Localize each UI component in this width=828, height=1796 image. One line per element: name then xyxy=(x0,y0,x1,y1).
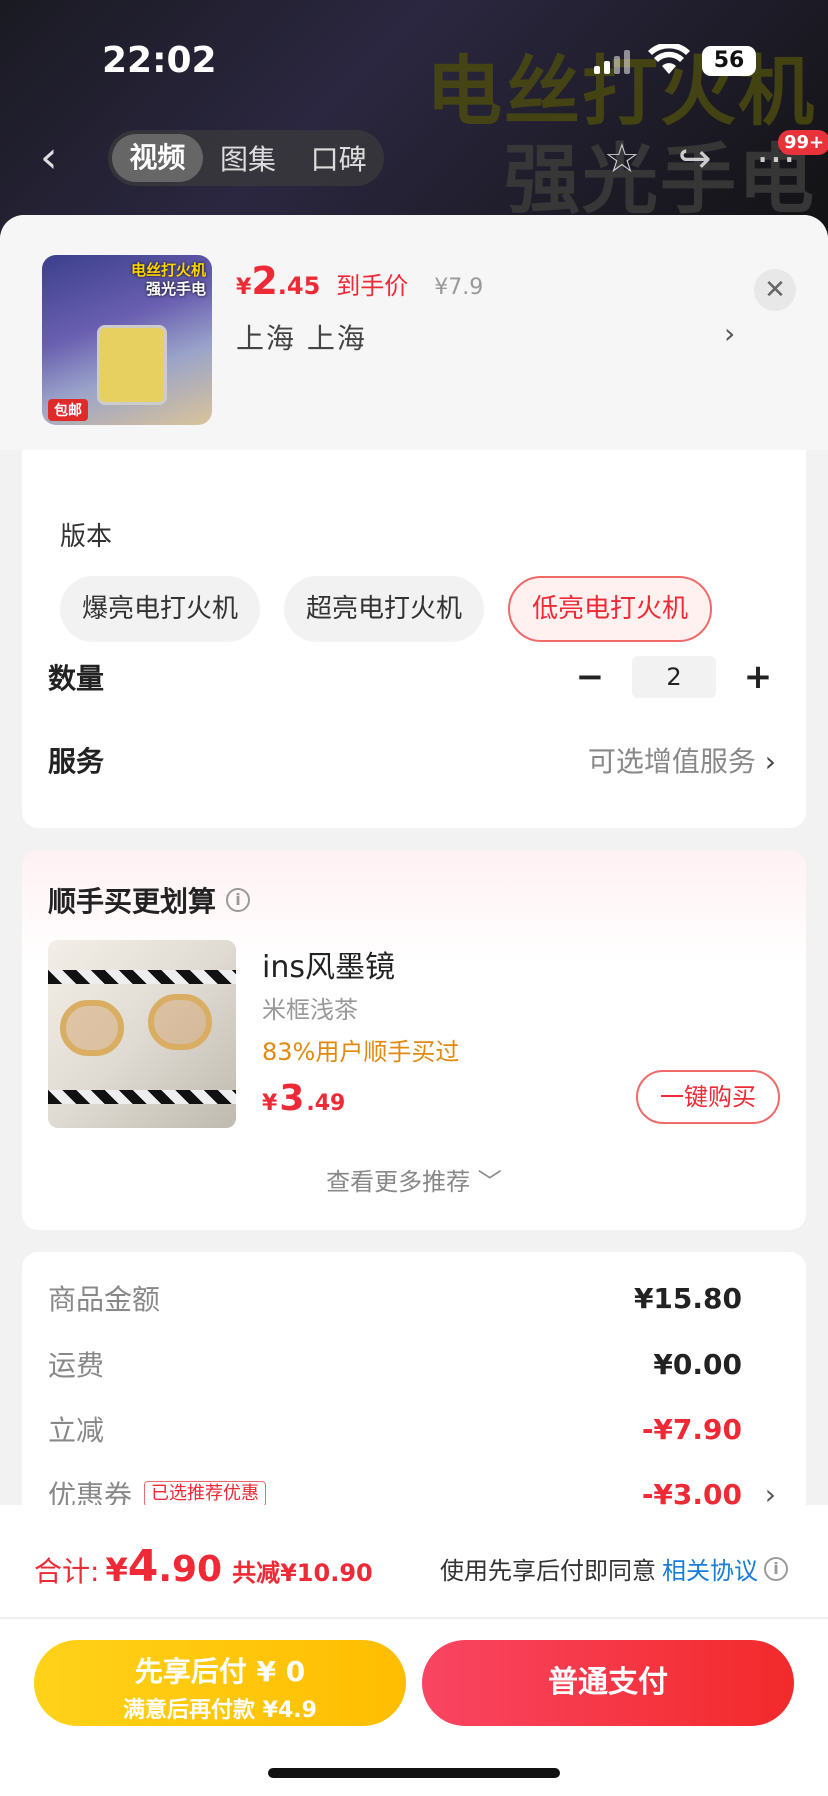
agreement-link[interactable]: 相关协议 xyxy=(662,1551,758,1586)
wifi-icon xyxy=(648,44,690,74)
total-integer: 4 xyxy=(127,1541,159,1592)
checkout-bar: 合计: ¥ 4 .90 共减¥10.90 使用先享后付即同意 相关协议 i 先享后… xyxy=(0,1505,828,1796)
summary-row: 商品金额 ¥15.80 xyxy=(48,1278,776,1318)
version-options: 爆亮电打火机 超亮电打火机 低亮电打火机 xyxy=(60,576,713,642)
shipping-location[interactable]: 上海 上海 xyxy=(236,317,367,357)
total-currency: ¥ xyxy=(105,1551,128,1589)
info-icon[interactable]: i xyxy=(226,888,251,912)
recommend-item-name[interactable]: ins风墨镜 xyxy=(262,942,395,986)
recommend-price-currency: ¥ xyxy=(262,1091,278,1116)
tab-video[interactable]: 视频 xyxy=(112,134,203,182)
star-icon[interactable]: ☆ xyxy=(604,136,640,182)
home-indicator[interactable] xyxy=(268,1768,560,1778)
version-option-selected[interactable]: 低亮电打火机 xyxy=(508,576,713,642)
version-label: 版本 xyxy=(60,522,113,552)
plus-icon[interactable]: + xyxy=(740,657,776,697)
quantity-stepper: − 2 + xyxy=(572,656,776,698)
recommend-title-text: 顺手买更划算 xyxy=(48,885,217,918)
status-time: 22:02 xyxy=(102,40,217,81)
back-arrow-icon[interactable]: ‹ xyxy=(40,136,58,180)
pay-now-button[interactable]: 普通支付 xyxy=(422,1640,794,1726)
quantity-label: 数量 xyxy=(48,662,105,695)
version-option[interactable]: 爆亮电打火机 xyxy=(60,576,261,642)
summary-label: 立减 xyxy=(48,1414,105,1447)
summary-value: ¥15.80 xyxy=(633,1281,742,1315)
lighter-image xyxy=(97,325,167,405)
quantity-row: 数量 − 2 + xyxy=(48,656,776,698)
battery-icon: 56 xyxy=(702,46,756,76)
quantity-value[interactable]: 2 xyxy=(632,656,716,698)
thumb-text-1: 电丝打火机 xyxy=(130,261,206,279)
purchase-sheet: 电丝打火机 强光手电 包邮 ¥ 2 .45 到手价 ¥7.9 上海 上海 › ✕… xyxy=(0,215,828,1796)
pay-later-title: 先享后付 ¥ 0 xyxy=(134,1655,306,1688)
pay-later-subtitle: 满意后再付款 ¥4.9 xyxy=(123,1698,317,1723)
recommend-card: 顺手买更划算 i ins风墨镜 米框浅茶 83%用户顺手买过 ¥ 3 .49 一… xyxy=(22,850,806,1230)
recommend-title: 顺手买更划算 i xyxy=(48,880,251,920)
one-click-buy-button[interactable]: 一键购买 xyxy=(636,1070,780,1124)
summary-row: 运费 ¥0.00 xyxy=(48,1344,776,1384)
total-label: 合计: xyxy=(34,1555,100,1588)
agreement-prefix: 使用先享后付即同意 xyxy=(440,1557,656,1585)
agreement-text: 使用先享后付即同意 相关协议 i xyxy=(440,1551,788,1586)
total-saved: 共减¥10.90 xyxy=(232,1559,373,1587)
chevron-right-icon: › xyxy=(764,745,776,778)
product-thumbnail: 电丝打火机 强光手电 包邮 xyxy=(42,255,212,425)
price-integer: 2 xyxy=(251,259,278,303)
minus-icon[interactable]: − xyxy=(572,657,608,697)
sunglasses-image[interactable] xyxy=(48,940,236,1128)
status-bar: 22:02 56 xyxy=(0,0,828,120)
total-decimal: .90 xyxy=(158,1549,223,1590)
recommend-item-stat: 83%用户顺手买过 xyxy=(262,1038,460,1066)
version-option[interactable]: 超亮电打火机 xyxy=(284,576,485,642)
free-shipping-tag: 包邮 xyxy=(48,399,88,421)
info-icon[interactable]: i xyxy=(764,1556,788,1581)
close-icon[interactable]: ✕ xyxy=(754,269,796,311)
summary-row: 立减 -¥7.90 xyxy=(48,1409,776,1449)
options-card: 版本 爆亮电打火机 超亮电打火机 低亮电打火机 数量 − 2 + 服务 可选增值… xyxy=(22,450,806,828)
summary-label: 运费 xyxy=(48,1349,105,1382)
tab-reviews[interactable]: 口碑 xyxy=(293,138,384,178)
price-label: 到手价 xyxy=(336,272,409,300)
recommend-price-dec: .49 xyxy=(306,1091,346,1116)
product-price: ¥ 2 .45 到手价 ¥7.9 xyxy=(236,259,483,303)
summary-value: ¥0.00 xyxy=(653,1347,742,1381)
top-navigation: ‹ 视频 图集 口碑 ☆ ↪ ⋯ xyxy=(0,130,828,190)
summary-value: -¥7.90 xyxy=(641,1412,742,1446)
more-recommendations-link[interactable]: 查看更多推荐 ﹀ xyxy=(22,1162,806,1197)
price-decimal: .45 xyxy=(277,272,321,300)
recommend-price-int: 3 xyxy=(279,1078,305,1119)
service-value-text: 可选增值服务 xyxy=(587,745,756,778)
tab-gallery[interactable]: 图集 xyxy=(203,138,294,178)
total-price: 合计: ¥ 4 .90 共减¥10.90 xyxy=(34,1541,373,1592)
recommend-item-price: ¥ 3 .49 xyxy=(262,1078,345,1119)
divider xyxy=(0,1617,828,1619)
media-tabs: 视频 图集 口碑 xyxy=(108,130,384,186)
chevron-right-icon[interactable]: › xyxy=(724,317,735,350)
share-icon[interactable]: ↪ xyxy=(678,136,712,182)
recommend-item-spec: 米框浅茶 xyxy=(262,996,358,1024)
service-row[interactable]: 服务 可选增值服务 › xyxy=(48,740,776,780)
service-label: 服务 xyxy=(48,745,105,778)
signal-icon xyxy=(594,48,630,74)
coupon-tag: 已选推荐优惠 xyxy=(144,1481,267,1507)
notification-badge: 99+ xyxy=(778,130,828,155)
service-value: 可选增值服务 › xyxy=(588,740,776,780)
product-header: 电丝打火机 强光手电 包邮 ¥ 2 .45 到手价 ¥7.9 上海 上海 › ✕ xyxy=(0,215,828,450)
thumb-text-2: 强光手电 xyxy=(145,280,206,298)
price-currency: ¥ xyxy=(236,275,252,300)
pay-later-button[interactable]: 先享后付 ¥ 0 满意后再付款 ¥4.9 xyxy=(34,1640,406,1726)
summary-label: 商品金额 xyxy=(48,1283,161,1316)
original-price: ¥7.9 xyxy=(434,275,484,300)
